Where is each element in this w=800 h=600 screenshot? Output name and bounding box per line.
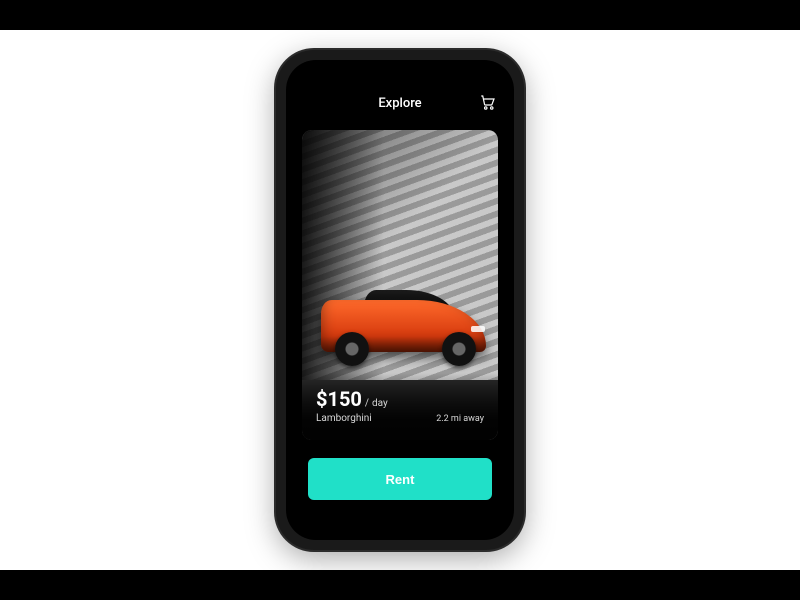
app-header: Explore: [286, 88, 514, 118]
car-headlight: [471, 326, 485, 332]
car-wheel-rear: [335, 332, 369, 366]
price-separator: /: [365, 398, 369, 409]
app-screen: Explore: [286, 60, 514, 540]
car-wheel-front: [442, 332, 476, 366]
letterbox-top: [0, 0, 800, 30]
price-unit: day: [372, 398, 388, 409]
vehicle-card[interactable]: $150 / day Lamborghini 2.2 mi away: [302, 130, 498, 440]
device-notch: [340, 60, 460, 82]
cart-button[interactable]: [478, 93, 498, 113]
car-name: Lamborghini: [316, 413, 372, 424]
car-illustration: [310, 282, 490, 362]
price-row: $150 / day: [316, 387, 484, 411]
cart-icon: [479, 93, 497, 114]
page-title: Explore: [378, 96, 421, 111]
card-info-overlay: $150 / day Lamborghini 2.2 mi away: [302, 373, 498, 440]
phone-frame: Explore: [276, 50, 524, 550]
rent-button[interactable]: Rent: [308, 458, 492, 500]
distance-label: 2.2 mi away: [436, 414, 484, 424]
price-value: $150: [316, 387, 362, 411]
name-distance-row: Lamborghini 2.2 mi away: [316, 413, 484, 424]
letterbox-bottom: [0, 570, 800, 600]
